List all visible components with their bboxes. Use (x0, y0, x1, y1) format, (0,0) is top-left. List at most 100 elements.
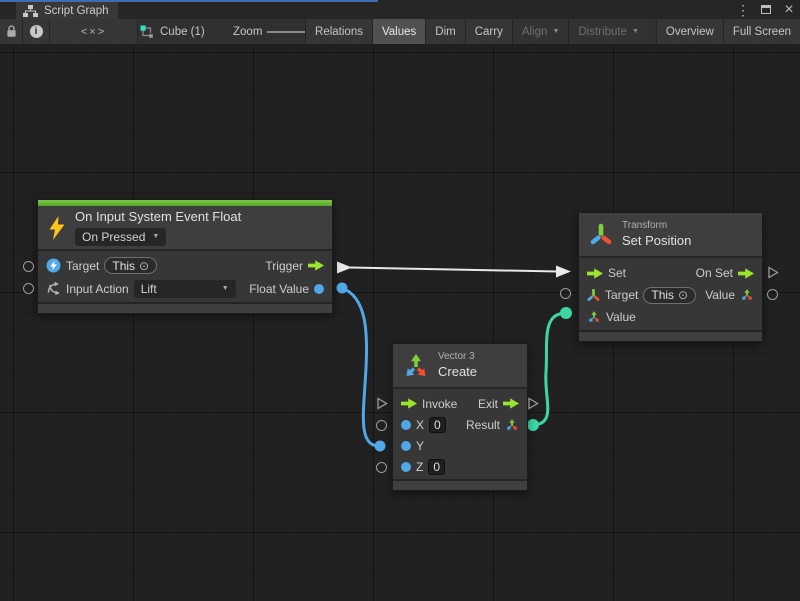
target-object-field[interactable]: This ⊙ (104, 257, 157, 274)
transform-node-header: Transform Set Position (579, 213, 762, 258)
distribute-button[interactable]: Distribute▼ (568, 19, 648, 44)
lock-button[interactable] (0, 19, 23, 44)
flow-arrow-icon[interactable] (308, 260, 324, 271)
y-port-icon[interactable] (401, 441, 411, 451)
z-label: Z (416, 460, 423, 474)
edit-script-button[interactable]: <×> (50, 19, 138, 44)
vector3-invoke-row: Invoke Exit (393, 393, 527, 414)
transform-set-row: Set On Set (579, 262, 762, 284)
transform-node-body: Set On Set Target (579, 258, 762, 330)
tab-title: Script Graph (44, 5, 109, 17)
graph-toolbar: i <×> Cube (1) Zoom 1x Relations Values … (0, 19, 800, 45)
window-controls: ⋮ × (736, 0, 796, 19)
transform-icon (589, 223, 613, 247)
carry-button[interactable]: Carry (465, 19, 512, 44)
maximize-icon[interactable] (759, 2, 773, 18)
input-action-dropdown[interactable]: Lift ▼ (134, 280, 236, 298)
vector3-icon (403, 353, 429, 379)
values-button[interactable]: Values (372, 19, 425, 44)
input-system-event-icon (46, 258, 61, 273)
z-value-field[interactable]: 0 (428, 459, 445, 475)
invoke-port-label: Invoke (422, 397, 457, 411)
event-node-body: Target This ⊙ Trigger (38, 251, 332, 302)
align-button[interactable]: Align▼ (512, 19, 569, 44)
script-graph-window: Script Graph ⋮ × i <×> (0, 0, 800, 601)
relations-button[interactable]: Relations (305, 19, 372, 44)
transform-target-row: Target This ⊙ Value (579, 284, 762, 306)
transform-target-field[interactable]: This ⊙ (643, 287, 696, 304)
vector3-exit-output-port[interactable] (527, 397, 539, 410)
vector3-node-category: Vector 3 (438, 350, 477, 364)
transform-node-category: Transform (622, 219, 691, 233)
transform-node-title: Set Position (622, 233, 691, 250)
vector3-y-row: Y (393, 435, 527, 456)
target-label: Target (66, 259, 99, 273)
float-value-port-icon[interactable] (314, 284, 324, 294)
node-on-input-system-event-float[interactable]: On Input System Event Float On Pressed ▼… (37, 199, 333, 314)
script-graph-asset-icon (140, 25, 154, 39)
flow-arrow-icon[interactable] (587, 268, 603, 279)
flow-arrow-icon[interactable] (503, 398, 519, 409)
tab-bar: Script Graph ⋮ × (0, 0, 800, 19)
on-set-port-label: On Set (696, 266, 733, 280)
chevron-down-icon: ▼ (552, 28, 559, 35)
z-port-icon[interactable] (401, 462, 411, 472)
full-screen-button[interactable]: Full Screen (723, 19, 800, 44)
vector3-z-input-port[interactable] (376, 462, 387, 473)
event-target-row: Target This ⊙ Trigger (38, 254, 332, 277)
event-target-input-port[interactable] (23, 261, 34, 272)
chevron-down-icon: ▼ (152, 233, 159, 240)
value-in-port-label: Value (606, 310, 636, 324)
close-icon[interactable]: × (782, 2, 796, 18)
node-transform-set-position[interactable]: Transform Set Position Set On Set (578, 212, 763, 342)
node-vector3-create[interactable]: Vector 3 Create Invoke Exit (392, 343, 528, 491)
lightning-bolt-icon (48, 216, 66, 240)
trigger-port-label: Trigger (265, 259, 303, 273)
transform-node-footer (579, 330, 762, 341)
target-icon: ⊙ (139, 260, 149, 272)
vector3-mini-icon[interactable] (505, 418, 519, 432)
transform-target-input-port[interactable] (560, 288, 571, 299)
exit-port-label: Exit (478, 397, 498, 411)
input-action-icon (46, 281, 61, 296)
chevron-down-icon: ▼ (222, 285, 229, 292)
flow-arrow-icon[interactable] (738, 268, 754, 279)
graph-name: Cube (1) (160, 26, 205, 38)
x-port-icon[interactable] (401, 420, 411, 430)
event-node-footer (38, 302, 332, 313)
vector3-mini-icon[interactable] (740, 288, 754, 302)
vector3-invoke-input-port[interactable] (376, 397, 388, 410)
event-input-action-row: Input Action Lift ▼ Float Value (38, 277, 332, 300)
vector3-x-input-port[interactable] (376, 420, 387, 431)
set-port-label: Set (608, 266, 626, 280)
result-port-label: Result (466, 418, 500, 432)
graph-hierarchy-icon (23, 5, 38, 17)
transform-mini-icon (587, 289, 600, 302)
vector3-node-header: Vector 3 Create (393, 344, 527, 389)
vector3-node-title: Create (438, 364, 477, 381)
overview-button[interactable]: Overview (656, 19, 723, 44)
inspect-button[interactable]: i (23, 19, 50, 44)
transform-value-output-port[interactable] (767, 289, 778, 300)
vector3-z-row: Z 0 (393, 456, 527, 477)
event-node-header: On Input System Event Float On Pressed ▼ (38, 206, 332, 251)
vector3-mini-icon[interactable] (587, 310, 601, 324)
input-action-label: Input Action (66, 282, 129, 296)
transform-target-label: Target (605, 288, 638, 302)
code-icon: <×> (81, 26, 106, 38)
event-mode-dropdown[interactable]: On Pressed ▼ (75, 228, 166, 246)
graph-breadcrumb[interactable]: Cube (1) (140, 19, 205, 44)
transform-onset-output-port[interactable] (767, 266, 779, 279)
target-icon: ⊙ (678, 289, 688, 301)
value-out-port-label: Value (705, 288, 735, 302)
toolbar-right-group: Relations Values Dim Carry Align▼ Distri… (305, 19, 800, 44)
float-value-port-label: Float Value (249, 282, 309, 296)
dim-button[interactable]: Dim (425, 19, 464, 44)
menu-dots-icon[interactable]: ⋮ (736, 2, 750, 18)
y-label: Y (416, 439, 424, 453)
flow-arrow-icon[interactable] (401, 398, 417, 409)
tab-script-graph[interactable]: Script Graph (16, 2, 118, 19)
x-value-field[interactable]: 0 (429, 417, 446, 433)
event-inputaction-input-port[interactable] (23, 283, 34, 294)
event-node-title: On Input System Event Float (75, 209, 241, 226)
